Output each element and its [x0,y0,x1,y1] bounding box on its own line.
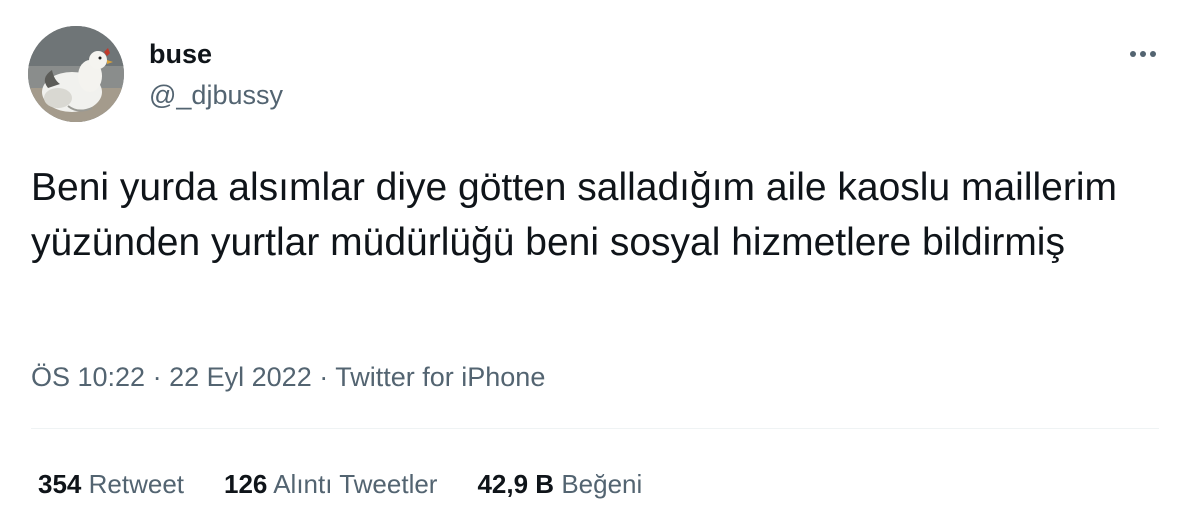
more-options-button[interactable] [1126,44,1160,64]
retweets-label: Retweet [88,469,185,499]
divider [31,428,1159,429]
likes-stat[interactable]: 42,9 B Beğeni [477,467,642,501]
tweet-time[interactable]: ÖS 10:22 [31,362,145,392]
meta-separator: · [319,362,329,392]
tweet-card: buse @_djbussy Beni yurda alsımlar diye … [0,0,1190,530]
tweet-stats: 354 Retweet 126 Alıntı Tweetler 42,9 B B… [38,467,642,501]
quote-tweets-stat[interactable]: 126 Alıntı Tweetler [224,467,437,501]
tweet-source[interactable]: Twitter for iPhone [335,362,545,392]
avatar[interactable] [28,26,124,122]
meta-separator: · [152,362,162,392]
tweet-text: Beni yurda alsımlar diye götten salladığ… [31,166,1117,264]
more-horizontal-icon [1130,51,1136,57]
author-handle[interactable]: @_djbussy [149,79,283,111]
tweet-date[interactable]: 22 Eyl 2022 [169,362,312,392]
author-display-name[interactable]: buse [149,38,283,70]
author-block: buse @_djbussy [149,38,283,111]
chicken-photo-icon [28,26,124,122]
retweets-stat[interactable]: 354 Retweet [38,467,184,501]
retweets-count: 354 [38,469,82,499]
likes-count: 42,9 B [477,469,555,499]
quote-tweets-label: Alıntı Tweetler [273,469,438,499]
tweet-meta: ÖS 10:22 · 22 Eyl 2022 · Twitter for iPh… [31,360,545,394]
quote-tweets-count: 126 [224,469,268,499]
likes-label: Beğeni [561,469,643,499]
